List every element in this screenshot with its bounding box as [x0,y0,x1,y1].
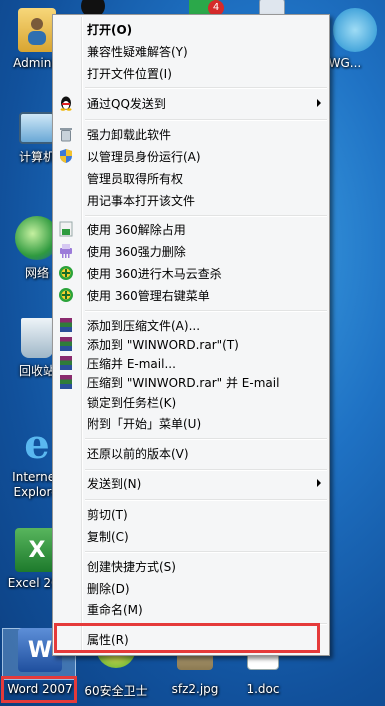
menu-item-label: 添加到压缩文件(A)... [87,319,201,333]
context-menu: 打开(O) 兼容性疑难解答(Y) 打开文件位置(I) 通过QQ发送到 强力卸载此… [52,14,330,656]
menu-separator [85,551,327,553]
menu-item-open[interactable]: 打开(O) [55,19,327,40]
recycle-bin-icon [21,318,53,358]
menu-item-delete[interactable]: 删除(D) [55,578,327,599]
menu-item-label: 打开文件位置(I) [87,67,172,81]
menu-item-label: 通过QQ发送到 [87,97,166,111]
winrar-icon [58,355,74,371]
menu-item-copy[interactable]: 复制(C) [55,526,327,547]
desktop-icon-label: sfz2.jpg [171,682,219,696]
360-unlock-icon [58,221,74,237]
menu-item-label: 使用 360管理右键菜单 [87,289,210,303]
word-label-highlight-box [1,676,77,703]
menu-item-pin-to-taskbar[interactable]: 锁定到任务栏(K) [55,392,327,413]
menu-item-label: 创建快捷方式(S) [87,560,176,574]
menu-item-label: 发送到(N) [87,477,142,491]
qq-penguin-icon [58,95,74,111]
submenu-arrow-icon [317,99,321,107]
winrar-icon [58,336,74,352]
menu-separator [85,438,327,440]
menu-item-label: 复制(C) [87,530,129,544]
menu-item-compat-troubleshoot[interactable]: 兼容性疑难解答(Y) [55,41,327,62]
menu-item-360-shred[interactable]: 使用 360强力删除 [55,241,327,262]
winrar-icon [58,374,74,390]
menu-item-add-to-winword-rar[interactable]: 添加到 "WINWORD.rar"(T) [55,334,327,355]
network-share-icon [333,8,377,52]
360-scan-icon [58,265,74,281]
menu-item-label: 管理员取得所有权 [87,172,184,186]
menu-item-label: 使用 360强力删除 [87,245,186,259]
menu-item-cut[interactable]: 剪切(T) [55,504,327,525]
winrar-icon [58,317,74,333]
menu-item-label: 压缩并 E-mail... [87,357,176,371]
menu-separator [85,469,327,471]
menu-item-label: 剪切(T) [87,508,128,522]
menu-item-label: 删除(D) [87,582,130,596]
menu-item-compress-and-email[interactable]: 压缩并 E-mail... [55,353,327,374]
menu-separator [85,499,327,501]
desktop-icon-label: 1.doc [246,682,280,696]
menu-item-360-unlock[interactable]: 使用 360解除占用 [55,219,327,240]
menu-separator [85,310,327,312]
menu-item-create-shortcut[interactable]: 创建快捷方式(S) [55,556,327,577]
360-shred-icon [58,243,74,259]
menu-item-label: 重命名(M) [87,603,143,617]
menu-item-label: 用记事本打开该文件 [87,194,196,208]
properties-highlight-box [54,623,320,653]
menu-item-label: 打开(O) [87,23,133,37]
desktop-icon-label: 60安全卫士 [84,684,148,698]
menu-separator [85,87,327,89]
menu-item-label: 兼容性疑难解答(Y) [87,45,188,59]
menu-item-label: 强力卸载此软件 [87,128,172,142]
menu-item-restore-previous-versions[interactable]: 还原以前的版本(V) [55,443,327,464]
menu-item-label: 压缩到 "WINWORD.rar" 并 E-mail [87,376,280,390]
menu-item-send-to[interactable]: 发送到(N) [55,473,327,494]
menu-item-open-with-notepad[interactable]: 用记事本打开该文件 [55,190,327,211]
menu-separator [85,119,327,121]
menu-item-rename[interactable]: 重命名(M) [55,599,327,620]
menu-item-add-to-archive[interactable]: 添加到压缩文件(A)... [55,315,327,336]
menu-item-compress-winword-rar-email[interactable]: 压缩到 "WINWORD.rar" 并 E-mail [55,372,327,393]
menu-item-label: 附到「开始」菜单(U) [87,417,202,431]
menu-item-force-uninstall[interactable]: 强力卸载此软件 [55,124,327,145]
menu-item-label: 锁定到任务栏(K) [87,396,177,410]
submenu-arrow-icon [317,479,321,487]
menu-item-label: 使用 360解除占用 [87,223,186,237]
user-folder-icon [18,8,56,52]
menu-item-360-trojan-scan[interactable]: 使用 360进行木马云查杀 [55,263,327,284]
uac-shield-icon [58,148,74,164]
menu-item-360-manage-menu[interactable]: 使用 360管理右键菜单 [55,285,327,306]
trash-uninstall-icon [58,126,74,142]
menu-item-send-via-qq[interactable]: 通过QQ发送到 [55,93,327,114]
menu-item-label: 添加到 "WINWORD.rar"(T) [87,338,239,352]
menu-item-label: 以管理员身份运行(A) [87,150,201,164]
360-menu-icon [58,287,74,303]
menu-item-open-file-location[interactable]: 打开文件位置(I) [55,63,327,84]
menu-item-label: 使用 360进行木马云查杀 [87,267,222,281]
menu-item-label: 还原以前的版本(V) [87,447,189,461]
menu-item-pin-to-start[interactable]: 附到「开始」菜单(U) [55,413,327,434]
menu-separator [85,215,327,217]
menu-item-run-as-admin[interactable]: 以管理员身份运行(A) [55,146,327,167]
computer-icon [19,112,55,144]
menu-item-take-ownership[interactable]: 管理员取得所有权 [55,168,327,189]
